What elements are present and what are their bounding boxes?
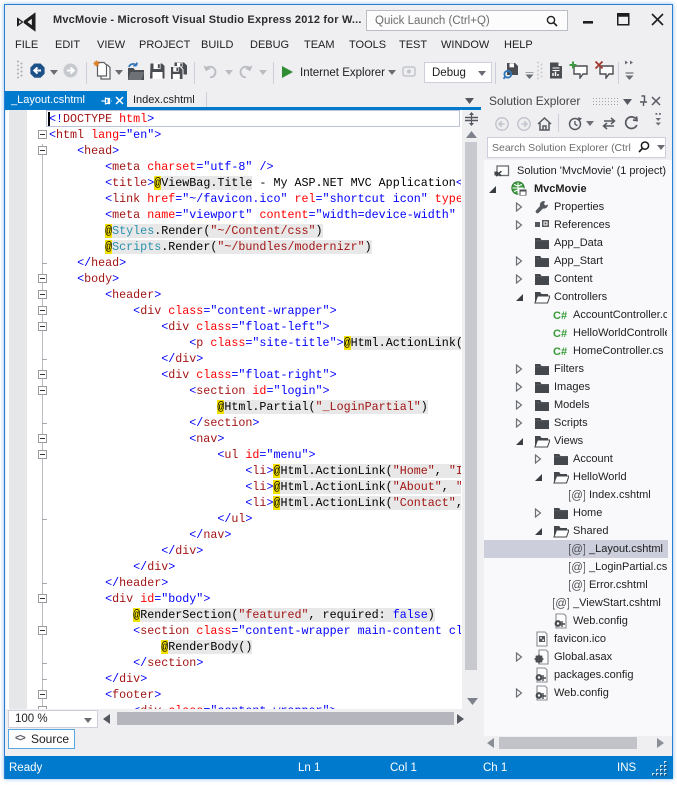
svg-text:[@]: [@] bbox=[569, 580, 585, 592]
svg-text:[@]: [@] bbox=[553, 598, 569, 610]
svg-text:[@]: [@] bbox=[569, 562, 585, 574]
svg-text:[@]: [@] bbox=[569, 490, 585, 502]
svg-text:[@]: [@] bbox=[569, 544, 585, 556]
svg-text:C#: C# bbox=[553, 310, 567, 322]
svg-text:C#: C# bbox=[553, 346, 567, 358]
svg-text:C#: C# bbox=[553, 328, 567, 340]
